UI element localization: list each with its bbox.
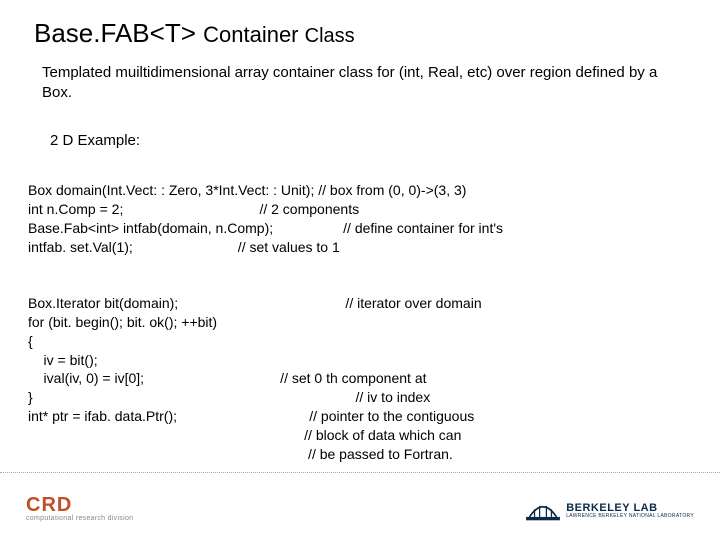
- title-part3: Container: [203, 22, 305, 47]
- code-block-2: Box.Iterator bit(domain); // iterator ov…: [28, 275, 692, 464]
- code-line: int* ptr = ifab. data.Ptr(); // pointer …: [28, 408, 474, 424]
- code-line: iv = bit();: [28, 352, 98, 368]
- title-part2: FAB<T>: [101, 18, 204, 48]
- code-block-1: Box domain(Int.Vect: : Zero, 3*Int.Vect:…: [28, 163, 692, 257]
- page-title: Base.FAB<T> Container Class: [34, 18, 692, 49]
- berkeley-text-wrap: BERKELEY LAB LAWRENCE BERKELEY NATIONAL …: [566, 503, 694, 519]
- code-line: // block of data which can: [28, 427, 461, 443]
- code-line: } // iv to index: [28, 389, 430, 405]
- crd-text: CRD: [26, 495, 72, 515]
- crd-subtext: computational research division: [26, 515, 133, 522]
- footer: CRD computational research division BERK…: [0, 472, 720, 522]
- berkeley-sub: LAWRENCE BERKELEY NATIONAL LABORATORY: [566, 514, 694, 519]
- code-line: // be passed to Fortran.: [28, 446, 453, 462]
- code-line: int n.Comp = 2; // 2 components: [28, 201, 359, 217]
- title-part1: Base.: [34, 18, 101, 48]
- logo-crd: CRD computational research division: [26, 495, 133, 522]
- title-part4: Class: [305, 25, 355, 47]
- berkeley-lab-icon: [526, 500, 560, 522]
- code-line: for (bit. begin(); bit. ok(); ++bit): [28, 314, 217, 330]
- slide: Base.FAB<T> Container Class Templated mu…: [0, 0, 720, 540]
- code-line: Base.Fab<int> intfab(domain, n.Comp); //…: [28, 220, 503, 236]
- description: Templated muiltidimensional array contai…: [42, 63, 682, 104]
- code-line: Box domain(Int.Vect: : Zero, 3*Int.Vect:…: [28, 182, 466, 198]
- code-line: {: [28, 333, 33, 349]
- code-line: ival(iv, 0) = iv[0]; // set 0 th compone…: [28, 370, 427, 386]
- logo-berkeley: BERKELEY LAB LAWRENCE BERKELEY NATIONAL …: [526, 500, 694, 522]
- code-line: intfab. set.Val(1); // set values to 1: [28, 239, 340, 255]
- code-line: Box.Iterator bit(domain); // iterator ov…: [28, 295, 482, 311]
- example-label: 2 D Example:: [50, 132, 692, 149]
